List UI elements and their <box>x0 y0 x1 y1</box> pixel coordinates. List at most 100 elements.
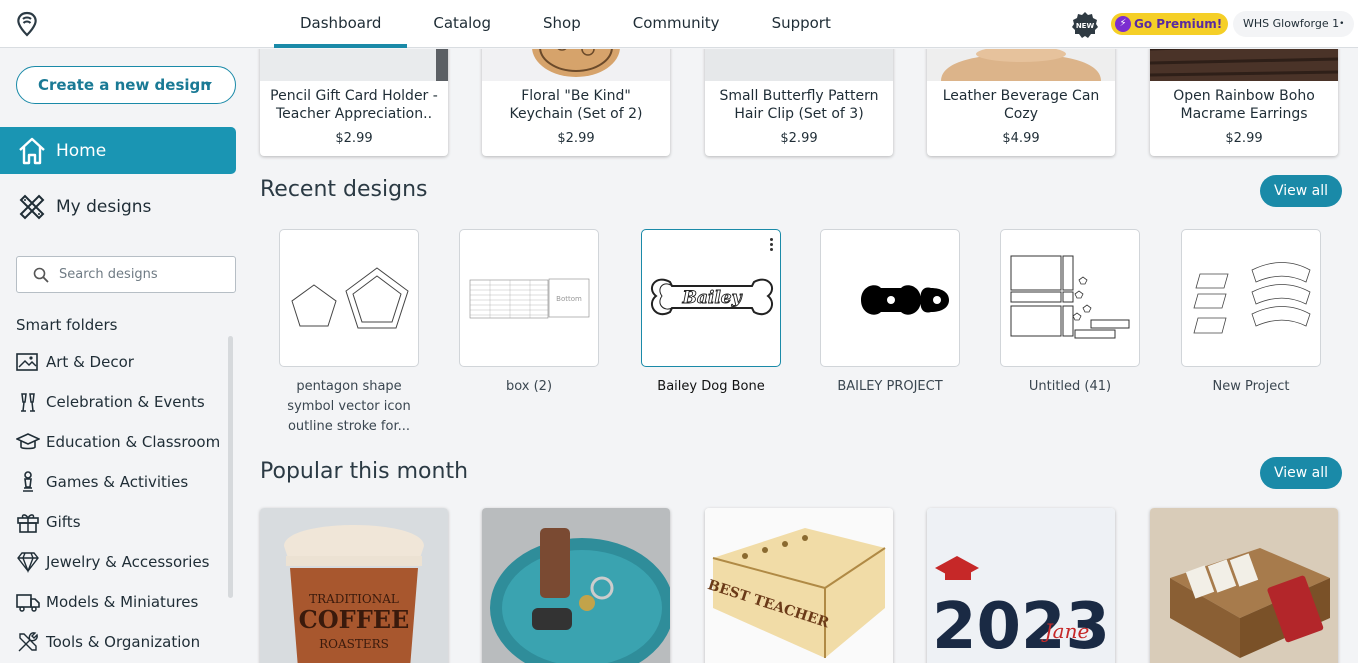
popular-item-card[interactable] <box>1150 508 1338 663</box>
folder-tools-organization[interactable]: Tools & Organization <box>16 622 230 662</box>
product-price: $2.99 <box>335 131 373 146</box>
chess-pawn-icon <box>16 470 40 494</box>
product-card[interactable]: Leather Beverage Can Cozy $4.99 <box>927 49 1115 156</box>
sidebar-item-label: Home <box>56 140 107 161</box>
machine-selector[interactable]: WHS Glowforge 1• <box>1233 11 1355 37</box>
folder-gifts[interactable]: Gifts <box>16 502 230 542</box>
sidebar-item-my-designs[interactable]: My designs <box>0 183 236 230</box>
card-box-image <box>1150 508 1338 663</box>
search-designs-field[interactable] <box>16 256 236 293</box>
product-price: $2.99 <box>780 131 818 146</box>
thumbnail-text: Bottom <box>556 295 582 303</box>
product-card[interactable]: Open Rainbow Boho Macrame Earrings $2.99 <box>1150 49 1338 156</box>
folder-jewelry-accessories[interactable]: Jewelry & Accessories <box>16 542 230 582</box>
folder-label: Games & Activities <box>46 473 189 491</box>
new-badge-icon[interactable]: NEW <box>1071 11 1099 39</box>
recent-design-item[interactable]: Bailey Bailey Dog Bone <box>641 229 781 397</box>
product-image <box>927 49 1115 81</box>
popular-item-card[interactable]: BEST TEACHER <box>705 508 893 663</box>
folder-label: Tools & Organization <box>46 633 201 651</box>
folder-art-decor[interactable]: Art & Decor <box>16 342 230 382</box>
diamond-icon <box>16 550 40 574</box>
tab-community[interactable]: Community <box>607 0 746 48</box>
folder-label: Art & Decor <box>46 353 134 371</box>
folder-games-activities[interactable]: Games & Activities <box>16 462 230 502</box>
main-nav: Dashboard Catalog Shop Community Support <box>274 0 857 48</box>
top-navigation-bar: Dashboard Catalog Shop Community Support… <box>0 0 1358 48</box>
popular-view-all-button[interactable]: View all <box>1260 457 1342 489</box>
product-image <box>705 49 893 81</box>
product-card[interactable]: Small Butterfly Pattern Hair Clip (Set o… <box>705 49 893 156</box>
machine-status-icon: • <box>1339 19 1345 29</box>
design-thumbnail[interactable]: Bailey <box>641 229 781 367</box>
image-text: Jane <box>1041 619 1090 643</box>
graduation-cap-icon <box>16 430 40 454</box>
thumbnail-text: Bailey <box>682 288 743 308</box>
design-thumbnail[interactable] <box>1181 229 1321 367</box>
product-price: $2.99 <box>1225 131 1263 146</box>
design-thumbnail[interactable]: Bottom <box>459 229 599 367</box>
new-project-thumbnail <box>1193 262 1311 334</box>
image-text: ROASTERS <box>319 637 389 651</box>
product-image <box>260 49 448 81</box>
tools-icon <box>16 630 40 654</box>
search-input[interactable] <box>59 267 219 282</box>
smart-folders-heading: Smart folders <box>16 316 118 334</box>
product-title: Floral "Be Kind" Keychain (Set of 2) <box>509 88 643 122</box>
folder-label: Celebration & Events <box>46 393 205 411</box>
folder-label: Education & Classroom <box>46 433 221 451</box>
recent-design-item[interactable]: BAILEY PROJECT <box>820 229 960 397</box>
main-content: Pencil Gift Card Holder - Teacher Apprec… <box>248 49 1358 663</box>
design-thumbnail[interactable] <box>820 229 960 367</box>
champagne-icon <box>16 390 40 414</box>
product-title: Open Rainbow Boho Macrame Earrings <box>1173 88 1315 122</box>
tab-support[interactable]: Support <box>746 0 857 48</box>
folder-label: Models & Miniatures <box>46 593 199 611</box>
search-icon <box>33 267 49 283</box>
product-title: Leather Beverage Can Cozy <box>942 88 1100 122</box>
smart-folders-list: Art & Decor Celebration & Events Educati… <box>16 342 230 662</box>
product-card[interactable]: Pencil Gift Card Holder - Teacher Apprec… <box>260 49 448 156</box>
popular-item-card[interactable]: 2023 Jane <box>927 508 1115 663</box>
my-designs-icon <box>19 194 45 219</box>
more-options-icon[interactable] <box>770 238 774 253</box>
tab-shop[interactable]: Shop <box>517 0 607 48</box>
product-title: Pencil Gift Card Holder - Teacher Apprec… <box>270 88 438 122</box>
product-card[interactable]: Floral "Be Kind" Keychain (Set of 2) $2.… <box>482 49 670 156</box>
create-new-design-button[interactable]: Create a new design <box>16 66 236 104</box>
sidebar-scrollbar[interactable] <box>228 336 233 598</box>
recent-design-item[interactable]: pentagon shape symbol vector icon outlin… <box>279 229 419 437</box>
recent-design-item[interactable]: New Project <box>1181 229 1321 397</box>
graduation-2023-image: 2023 Jane <box>927 508 1115 663</box>
recent-design-item[interactable]: Untitled (41) <box>1000 229 1140 397</box>
popular-item-card[interactable] <box>482 508 670 663</box>
folder-celebration-events[interactable]: Celebration & Events <box>16 382 230 422</box>
glowforge-logo-icon[interactable] <box>14 10 40 38</box>
popular-item-card[interactable]: TRADITIONAL COFFEE ROASTERS <box>260 508 448 663</box>
recent-view-all-button[interactable]: View all <box>1260 175 1342 207</box>
folder-models-miniatures[interactable]: Models & Miniatures <box>16 582 230 622</box>
sidebar: Create a new design Home My designs Smar… <box>0 49 248 663</box>
design-name: Bailey Dog Bone <box>657 379 765 394</box>
design-thumbnail[interactable] <box>1000 229 1140 367</box>
design-thumbnail[interactable] <box>279 229 419 367</box>
product-price: $2.99 <box>557 131 595 146</box>
chevron-down-icon <box>204 82 212 87</box>
go-premium-button[interactable]: ⚡ Go Premium! <box>1111 13 1229 35</box>
tray-image <box>482 508 670 663</box>
popular-heading: Popular this month <box>260 459 469 484</box>
product-image <box>1150 49 1338 81</box>
art-icon <box>16 350 40 374</box>
sidebar-item-home[interactable]: Home <box>0 127 236 174</box>
machine-label: WHS Glowforge 1 <box>1243 17 1340 30</box>
recent-design-item[interactable]: Bottom box (2) <box>459 229 599 397</box>
design-name: box (2) <box>505 379 553 394</box>
product-image <box>482 49 670 81</box>
folder-label: Jewelry & Accessories <box>46 553 210 571</box>
image-text: TRADITIONAL <box>309 592 399 606</box>
folder-education-classroom[interactable]: Education & Classroom <box>16 422 230 462</box>
recent-designs-heading: Recent designs <box>260 177 428 202</box>
tab-catalog[interactable]: Catalog <box>407 0 517 48</box>
tab-dashboard[interactable]: Dashboard <box>274 0 408 48</box>
create-new-design-label: Create a new design <box>38 76 211 94</box>
